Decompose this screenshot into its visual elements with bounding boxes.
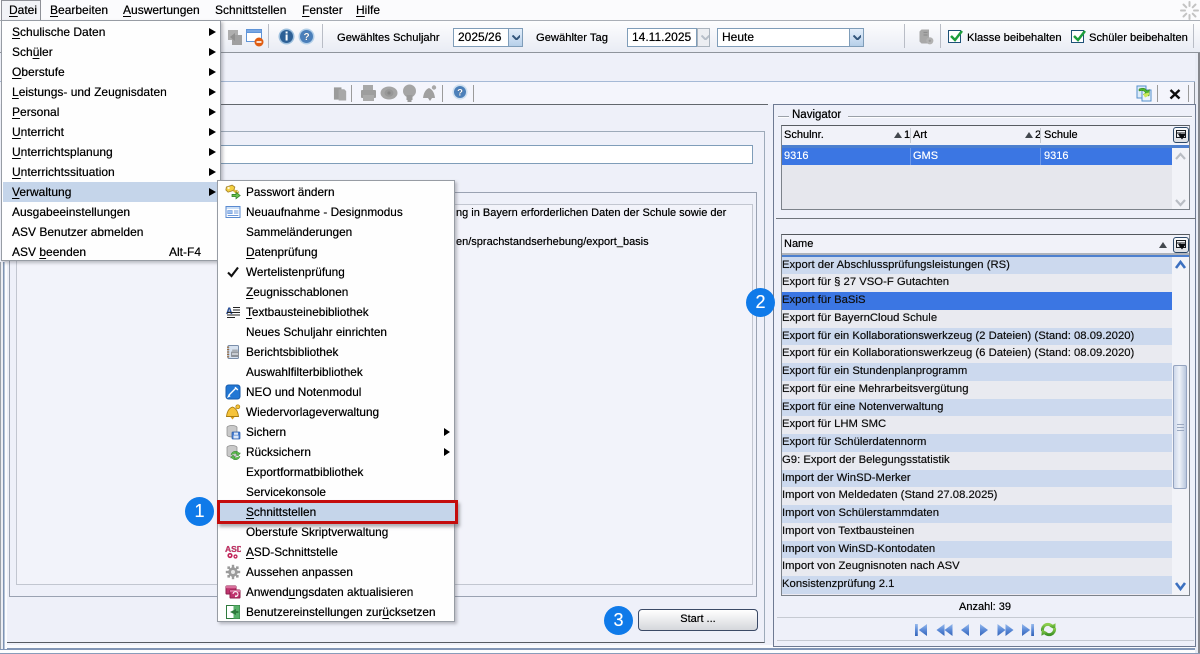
svg-text:?: ? (303, 32, 309, 43)
svg-text:ASD: ASD (225, 544, 241, 554)
svg-text:?: ? (457, 88, 463, 99)
